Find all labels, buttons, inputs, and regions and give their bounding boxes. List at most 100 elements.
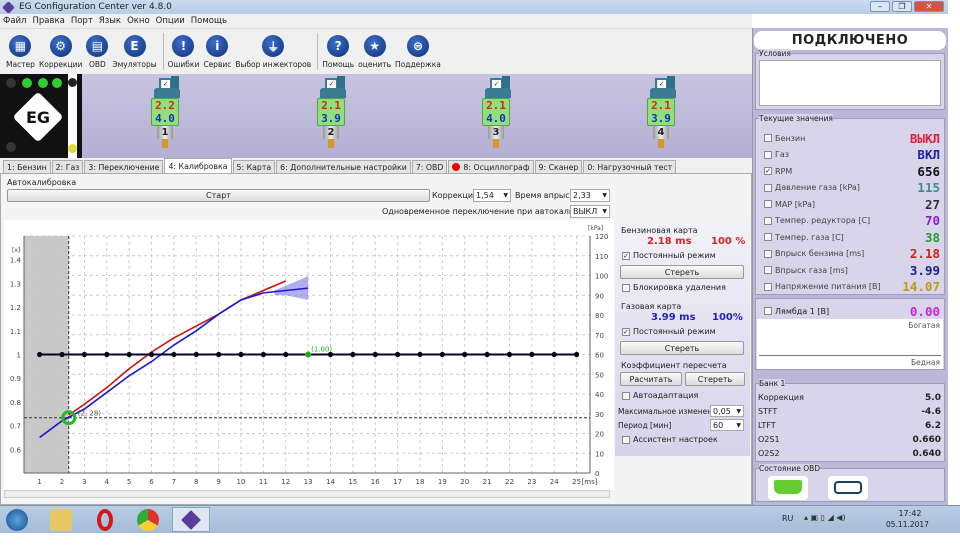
checkbox-icon[interactable] bbox=[764, 307, 772, 315]
bank-label: LTFT bbox=[758, 421, 776, 430]
menu-item[interactable]: Правка bbox=[32, 16, 64, 26]
tab[interactable]: 8: Осциллограф bbox=[448, 160, 534, 173]
menu-item[interactable]: Язык bbox=[99, 16, 121, 26]
checkbox-icon[interactable] bbox=[764, 150, 772, 159]
injector-checkbox[interactable]: ✓ bbox=[327, 80, 336, 88]
explorer-icon[interactable] bbox=[50, 509, 72, 531]
toolbar-button[interactable]: ⏚ Выбор инжекторов bbox=[235, 29, 311, 74]
petrol-constant-checkbox[interactable]: ✓ Постоянный режим bbox=[622, 251, 716, 260]
gas-erase-button[interactable]: Стереть bbox=[620, 341, 744, 355]
injector[interactable]: ✓ 2.2 4.0 1 bbox=[149, 76, 183, 156]
opera-icon[interactable] bbox=[97, 509, 113, 531]
tab[interactable]: 4: Калибровка bbox=[164, 158, 232, 173]
injector-gas-time: 3.9 bbox=[651, 112, 671, 125]
toolbar-button[interactable]: ? Помощь bbox=[322, 29, 354, 74]
max-change-select[interactable]: 0,05 ▼ bbox=[710, 405, 744, 417]
checkbox-icon[interactable] bbox=[764, 216, 772, 225]
injector[interactable]: ✓ 2.1 3.9 4 bbox=[645, 76, 679, 156]
bank-group: Банк 1 Коррекция 5.0 STFT -4.6 LTFT 6.2 O2S1 0.… bbox=[755, 379, 945, 462]
toolbar: ▦ Мастер ⚙ Коррекции ▤ OBD E Эмуляторы ! Ошибки i С… bbox=[0, 28, 752, 74]
checkbox-icon[interactable] bbox=[764, 282, 772, 291]
toolbar-button[interactable]: ▤ OBD bbox=[86, 29, 109, 74]
correction-select[interactable]: 1,54 ▼ bbox=[473, 189, 511, 202]
injector-number: 3 bbox=[488, 126, 504, 139]
clock-time[interactable]: 17:42 bbox=[895, 509, 925, 518]
menu-item[interactable]: Помощь bbox=[191, 16, 227, 26]
tab[interactable]: 5: Карта bbox=[232, 160, 276, 173]
toolbar-button[interactable]: ▦ Мастер bbox=[6, 29, 35, 74]
y2-tick-label: 30 bbox=[595, 411, 604, 419]
period-select[interactable]: 60 ▼ bbox=[710, 419, 744, 431]
simul-switch-select[interactable]: ВЫКЛ ▼ bbox=[570, 205, 610, 218]
eg-taskbar-button[interactable] bbox=[172, 507, 210, 532]
start-button[interactable] bbox=[6, 509, 28, 531]
tab[interactable]: 9: Сканер bbox=[534, 160, 583, 173]
calculate-button[interactable]: Расчитать bbox=[620, 372, 682, 386]
start-button[interactable]: Старт bbox=[7, 189, 430, 202]
injector-checkbox[interactable]: ✓ bbox=[657, 80, 666, 88]
gas-map-ms: 3.99 ms bbox=[651, 312, 696, 323]
eg-logo: EG bbox=[0, 74, 82, 158]
assistant-checkbox[interactable]: Ассистент настроек bbox=[622, 435, 718, 444]
toolbar-button[interactable]: ★ оценить bbox=[358, 29, 391, 74]
chrome-icon[interactable] bbox=[137, 509, 159, 531]
minimize-button[interactable]: – bbox=[870, 1, 890, 12]
close-button[interactable]: ✕ bbox=[914, 1, 944, 12]
toolbar-button[interactable]: E Эмуляторы bbox=[112, 29, 157, 74]
petrol-erase-button[interactable]: Стереть bbox=[620, 265, 744, 279]
y-tick-label: 0.9 bbox=[10, 375, 21, 383]
language-indicator[interactable]: RU bbox=[782, 514, 793, 523]
tab-bar: 1: Бензин 2: Газ 3: Переключение 4: Калибро… bbox=[0, 158, 752, 173]
tab[interactable]: 6: Дополнительные настройки bbox=[276, 160, 411, 173]
map-point bbox=[283, 351, 289, 358]
tab[interactable]: 2: Газ bbox=[51, 160, 84, 173]
tab[interactable]: 3: Переключение bbox=[84, 160, 164, 173]
injector-banner bbox=[0, 74, 752, 158]
tab[interactable]: 7: OBD bbox=[411, 160, 448, 173]
clock-date[interactable]: 05.11.2017 bbox=[886, 520, 929, 529]
injector-checkbox[interactable]: ✓ bbox=[492, 80, 501, 88]
coef-erase-button[interactable]: Стереть bbox=[685, 372, 745, 386]
checkbox-icon[interactable] bbox=[764, 200, 772, 208]
map-point bbox=[484, 351, 490, 358]
refresh-icon[interactable] bbox=[828, 476, 868, 500]
lock-delete-checkbox[interactable]: Блокировка удаления bbox=[622, 283, 726, 292]
toolbar-button[interactable]: i Сервис bbox=[203, 29, 231, 74]
x-tick-label: 5 bbox=[127, 478, 131, 486]
toolbar-button[interactable]: ⚙ Коррекции bbox=[39, 29, 82, 74]
map-point bbox=[506, 351, 513, 358]
toolbar-button[interactable]: ⊜ Поддержка bbox=[395, 29, 441, 74]
checkbox-icon[interactable] bbox=[764, 134, 772, 142]
y-tick-label: 1 bbox=[17, 352, 21, 360]
horizontal-scrollbar[interactable] bbox=[4, 490, 610, 498]
checkbox-icon[interactable] bbox=[764, 233, 772, 241]
checkbox-icon bbox=[622, 435, 630, 444]
current-value-label: RPM bbox=[775, 166, 793, 176]
calibration-chart[interactable]: 1 2 3 4 5 6 7 8 9 10 11 12 13 14 15 16 17 18 19 20 21 22 23 24 2… bbox=[4, 220, 614, 490]
gas-constant-checkbox[interactable]: ✓ Постоянный режим bbox=[622, 327, 716, 336]
toolbar-button[interactable]: ! Ошибки bbox=[168, 29, 199, 74]
tab-label: 4: Калибровка bbox=[168, 161, 228, 171]
inject-time-select[interactable]: 2,33 ▼ bbox=[570, 189, 610, 202]
taskbar: RU ▴ ▣ ▯ ◢ ◀) 17:42 05.11.2017 bbox=[0, 505, 960, 533]
checkbox-icon[interactable] bbox=[764, 183, 772, 192]
menu-item[interactable]: Окно bbox=[127, 16, 150, 26]
checkbox-icon[interactable]: ✓ bbox=[764, 167, 772, 175]
bank-row: O2S1 0.660 bbox=[758, 435, 941, 445]
tab[interactable]: 0: Нагрузочный тест bbox=[583, 160, 677, 173]
menu-item[interactable]: Файл bbox=[3, 16, 26, 26]
injector-checkbox[interactable]: ✓ bbox=[161, 80, 170, 88]
checkbox-icon[interactable] bbox=[764, 266, 772, 274]
checkbox-icon[interactable] bbox=[764, 249, 772, 258]
menu-item[interactable]: Опции bbox=[156, 16, 185, 26]
tray-icons[interactable]: ▴ ▣ ▯ ◢ ◀) bbox=[804, 513, 846, 522]
tab-label: 0: Нагрузочный тест bbox=[587, 162, 673, 172]
tab[interactable]: 1: Бензин bbox=[3, 160, 51, 173]
autoadapt-checkbox[interactable]: Автоадаптация bbox=[622, 391, 698, 400]
grid-icon: ▦ bbox=[9, 35, 32, 57]
x-tick-label: 12 bbox=[281, 478, 290, 486]
injector[interactable]: ✓ 2.1 4.0 3 bbox=[480, 76, 514, 156]
injector[interactable]: ✓ 2.1 3.9 2 bbox=[315, 76, 349, 156]
restore-button[interactable]: ❐ bbox=[892, 1, 912, 12]
menu-item[interactable]: Порт bbox=[71, 16, 93, 26]
